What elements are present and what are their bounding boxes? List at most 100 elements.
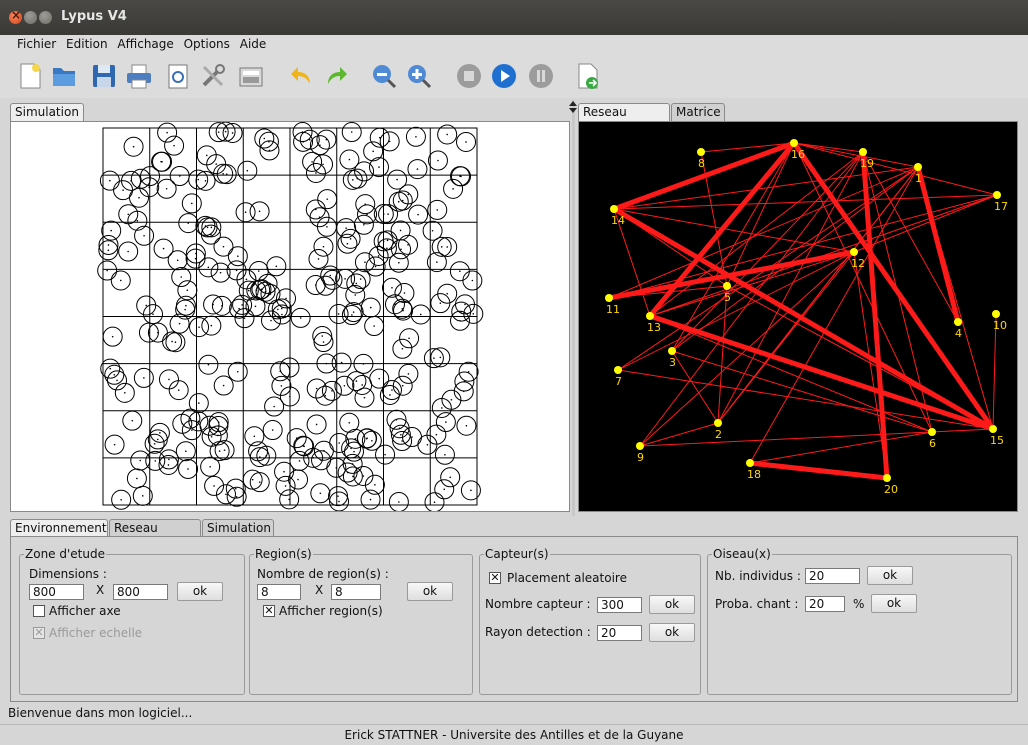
afficher-axe-checkbox[interactable] — [33, 605, 45, 617]
zone-etude-legend: Zone d'etude — [25, 547, 105, 561]
sensor-dot — [215, 163, 218, 165]
tab-environnement[interactable]: Environnement — [10, 519, 108, 537]
network-node-label: 11 — [606, 303, 620, 316]
dimension-width-field[interactable]: 800 — [29, 584, 84, 600]
sensor-dot — [159, 432, 161, 434]
sensor-dot — [386, 239, 389, 242]
sensor-dot — [271, 429, 274, 431]
network-node — [859, 148, 867, 156]
menu-affichage[interactable]: Affichage — [114, 35, 176, 54]
sensor-dot — [218, 450, 221, 452]
sensor-dot — [176, 259, 179, 262]
sensor-dot — [251, 478, 254, 481]
sensor-dot — [116, 379, 118, 382]
sensor-dot — [245, 278, 248, 281]
tools-icon[interactable] — [199, 62, 227, 90]
sensor-dot — [136, 477, 138, 480]
network-edges — [606, 140, 998, 481]
afficher-regions-checkbox[interactable]: ✕ — [263, 605, 275, 617]
network-node-label: 8 — [698, 157, 705, 170]
sensor-dot — [373, 325, 375, 327]
placement-aleatoire-checkbox[interactable]: ✕ — [489, 572, 501, 584]
nombre-capteur-field[interactable]: 300 — [597, 597, 642, 613]
play-icon[interactable] — [490, 62, 518, 90]
sensor-dot — [207, 363, 210, 366]
stop-icon[interactable] — [455, 62, 483, 90]
rayon-detection-ok-button[interactable]: ok — [649, 623, 695, 642]
sensor-dot — [467, 370, 470, 373]
tab-reseau-social-config[interactable]: Reseau Social — [109, 519, 201, 552]
menu-edition[interactable]: Edition — [63, 35, 111, 54]
tab-simulation[interactable]: Simulation — [10, 103, 84, 121]
rayon-detection-field[interactable]: 20 — [597, 625, 642, 641]
split-divider[interactable] — [572, 100, 575, 516]
sensor-dot — [465, 141, 467, 143]
sensor-dot — [401, 347, 404, 350]
sensor-dot — [320, 459, 322, 462]
network-node — [850, 248, 858, 256]
undo-icon[interactable] — [288, 62, 316, 90]
pause-icon[interactable] — [527, 62, 555, 90]
network-node-label: 2 — [715, 428, 722, 441]
nb-individus-ok-button[interactable]: ok — [867, 566, 913, 585]
split-collapse-left-icon[interactable] — [569, 101, 577, 106]
print-icon[interactable] — [125, 62, 153, 90]
sensor-dot — [335, 466, 338, 469]
sensor-dot — [219, 271, 222, 274]
afficher-regions-label: Afficher region(s) — [279, 604, 383, 618]
new-file-icon[interactable] — [16, 62, 44, 90]
sensor-dot — [345, 227, 347, 229]
open-folder-icon[interactable] — [50, 62, 78, 90]
sensor-dot — [324, 284, 327, 287]
menu-aide[interactable]: Aide — [237, 35, 270, 54]
afficher-echelle-checkbox[interactable]: ✕ — [33, 627, 45, 639]
regions-ok-button[interactable]: ok — [407, 582, 453, 601]
social-network-canvas[interactable]: 1 2 3 4 5 6 7 8 9 10 11 12 13 14 15 16 17 18 19 20 — [578, 121, 1018, 512]
network-node — [614, 366, 622, 374]
window-titlebar[interactable]: Lypus V4 — [0, 0, 1028, 35]
calculator-icon[interactable] — [237, 62, 265, 90]
sensor-dot — [356, 177, 359, 180]
menu-options[interactable]: Options — [181, 35, 233, 54]
sensor-dot — [391, 389, 393, 391]
sensor-dot — [371, 439, 373, 442]
zoom-in-icon[interactable] — [405, 62, 433, 90]
simulation-canvas[interactable] — [10, 121, 570, 512]
maximize-window-icon[interactable] — [39, 11, 52, 24]
dimension-height-field[interactable]: 800 — [113, 584, 168, 600]
zoom-out-icon[interactable] — [370, 62, 398, 90]
save-icon[interactable] — [90, 62, 118, 90]
proba-chant-field[interactable]: 20 — [805, 596, 845, 612]
redo-icon[interactable] — [322, 62, 350, 90]
sensor-dot — [168, 458, 170, 461]
sensor-dot — [138, 196, 140, 199]
sensor-dot — [191, 202, 193, 205]
sensor-dot — [374, 484, 376, 486]
proba-chant-ok-button[interactable]: ok — [871, 594, 917, 613]
close-window-icon[interactable] — [9, 8, 22, 24]
regions-cols-field[interactable]: 8 — [331, 584, 381, 600]
sensor-dot — [353, 450, 355, 453]
sensor-dot — [231, 132, 234, 134]
tab-reseau-social[interactable]: Reseau Social — [578, 103, 670, 136]
nombre-capteur-ok-button[interactable]: ok — [649, 595, 695, 614]
export-icon[interactable] — [574, 62, 602, 90]
sensor-dot — [263, 137, 266, 140]
sensor-dot — [439, 302, 442, 304]
preview-icon[interactable] — [164, 62, 192, 90]
proba-chant-percent: % — [853, 597, 865, 611]
dimensions-ok-button[interactable]: ok — [177, 582, 223, 601]
regions-rows-field[interactable]: 8 — [257, 584, 301, 600]
nb-individus-field[interactable]: 20 — [805, 568, 860, 584]
menu-fichier[interactable]: Fichier — [14, 35, 59, 54]
sensor-dot — [266, 283, 269, 285]
tab-simulation-config[interactable]: Simulation — [202, 519, 274, 537]
minimize-window-icon[interactable] — [24, 11, 37, 24]
sensor-dot — [254, 305, 257, 308]
sensor-dot — [315, 387, 318, 390]
sensor-dot — [407, 373, 410, 375]
network-edge — [613, 194, 998, 210]
split-collapse-right-icon[interactable] — [569, 108, 577, 113]
rayon-detection-label: Rayon detection : — [485, 625, 591, 639]
tab-matrice[interactable]: Matrice — [671, 103, 725, 121]
